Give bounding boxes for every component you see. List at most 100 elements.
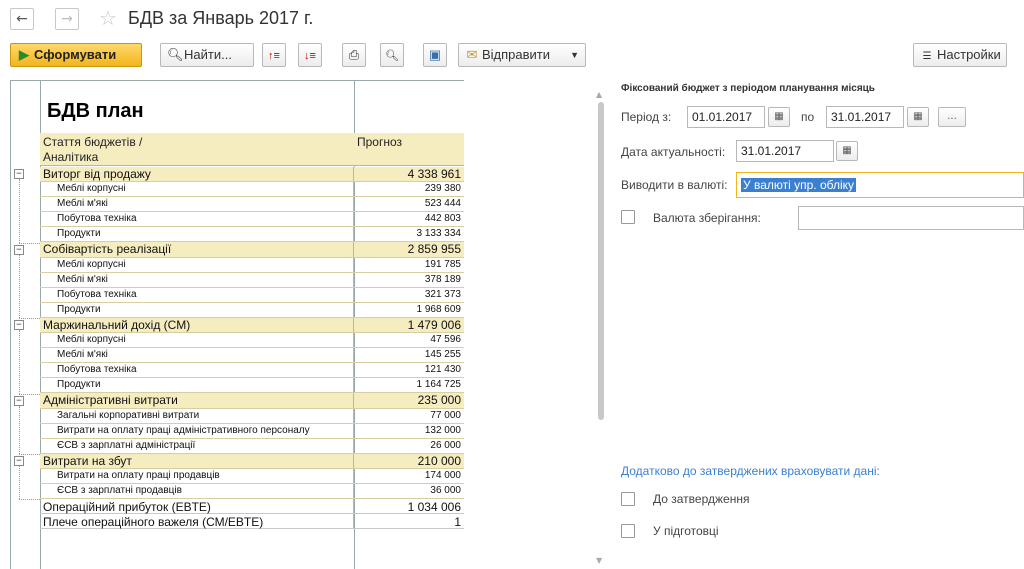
search-icon: 🔍︎ [167, 47, 184, 62]
row-value: 121 430 [424, 364, 461, 376]
table-row[interactable]: Витрати на оплату праці адміністративног… [40, 423, 464, 439]
group-row[interactable]: Витрати на збут 210 000 [40, 453, 464, 469]
favorite-star-icon[interactable]: ☆ [99, 6, 117, 30]
total-row[interactable]: Плече операційного важеля (СМ/EBTE) 1 [40, 514, 464, 530]
preview-button[interactable]: 🔍︎ [380, 43, 404, 67]
storage-currency-label: Валюта зберігання: [653, 211, 761, 225]
column-header-article: Стаття бюджетів / Аналітика [40, 133, 354, 166]
table-row[interactable]: Меблі корпусні 239 380 [40, 182, 464, 198]
period-from-field[interactable]: 01.01.2017 [687, 106, 765, 128]
sort-descending-button[interactable]: ↓≡ [298, 43, 322, 67]
sort-ascending-button[interactable]: ↑≡ [262, 43, 286, 67]
storage-currency-field[interactable] [798, 206, 1024, 230]
row-label: Меблі м'які [57, 198, 108, 210]
table-row[interactable]: Побутова техніка 321 373 [40, 287, 464, 303]
actuality-date-field[interactable]: 31.01.2017 [736, 140, 834, 162]
row-label: ЄСВ з зарплатні продавців [57, 484, 182, 496]
collapse-icon[interactable]: − [14, 244, 24, 255]
collapse-icon[interactable]: − [14, 320, 24, 330]
row-value: 26 000 [430, 439, 461, 451]
settings-list-icon: ☰ [922, 51, 932, 62]
period-to-label: по [801, 110, 815, 124]
row-label: Загальні корпоративні витрати [57, 409, 200, 421]
for-approval-checkbox[interactable] [621, 492, 635, 506]
back-button[interactable]: ← [10, 8, 34, 30]
collapse-icon[interactable]: − [14, 395, 24, 406]
row-value: 4 338 961 [407, 167, 461, 181]
row-value: 2 859 955 [407, 242, 461, 257]
group-row[interactable]: Собівартість реалізації 2 859 955 [40, 242, 464, 258]
total-row[interactable]: Операційний прибуток (EBTE) 1 034 006 [40, 499, 464, 515]
row-value: 132 000 [424, 424, 461, 436]
row-label: Адміністративні витрати [43, 393, 178, 408]
table-row[interactable]: Витрати на оплату праці продавців 174 000 [40, 468, 464, 484]
tree-line [19, 330, 20, 394]
tree-line [19, 405, 20, 454]
row-value: 77 000 [430, 409, 461, 421]
row-value: 321 373 [424, 288, 461, 300]
play-icon: ▶ [19, 47, 29, 62]
group-row[interactable]: Адміністративні витрати 235 000 [40, 393, 464, 409]
report-left-border [10, 80, 11, 569]
table-row[interactable]: Меблі корпусні 47 596 [40, 333, 464, 349]
row-label: Витрати на збут [43, 453, 132, 468]
table-row[interactable]: Побутова техніка 442 803 [40, 212, 464, 228]
collapse-icon[interactable]: − [14, 169, 24, 179]
row-value: 239 380 [424, 183, 461, 195]
settings-button[interactable]: ☰ Настройки [913, 43, 1007, 67]
table-row[interactable]: Меблі м'які 378 189 [40, 272, 464, 288]
row-value: 1 [454, 515, 461, 530]
row-label: Виторг від продажу [43, 167, 151, 181]
for-approval-label: До затвердження [653, 492, 750, 506]
storage-currency-checkbox[interactable] [621, 210, 635, 224]
calendar-from-icon[interactable]: ▦ [768, 107, 790, 127]
tree-line [19, 179, 20, 243]
currency-field[interactable]: У валюті упр. обліку [736, 172, 1024, 198]
group-row[interactable]: Виторг від продажу 4 338 961 [40, 167, 464, 183]
printer-icon: ⎙ [348, 47, 360, 62]
row-value: 210 000 [417, 453, 461, 468]
report-scrollbar[interactable] [598, 102, 604, 420]
tree-line [19, 393, 40, 395]
sort-descending-icon: ↓≡ [304, 50, 316, 62]
collapse-icon[interactable]: − [14, 455, 24, 466]
forward-button[interactable]: → [55, 8, 79, 30]
calendar-to-icon[interactable]: ▦ [907, 107, 929, 127]
period-select-button[interactable]: ... [938, 107, 966, 127]
panel-heading: Фіксований бюджет з періодом планування … [621, 83, 875, 94]
row-label: Меблі корпусні [57, 334, 126, 346]
period-to-field[interactable]: 31.01.2017 [826, 106, 904, 128]
table-row[interactable]: Продукти 1 968 609 [40, 302, 464, 318]
generate-button[interactable]: ▶ Сформувати [10, 43, 142, 67]
row-value: 1 164 725 [416, 379, 462, 391]
group-row[interactable]: Маржинальний дохід (СМ) 1 479 006 [40, 317, 464, 334]
calendar-actuality-icon[interactable]: ▦ [836, 141, 858, 161]
table-row[interactable]: Загальні корпоративні витрати 77 000 [40, 408, 464, 424]
row-label: Продукти [57, 303, 101, 315]
table-row[interactable]: Продукти 1 164 725 [40, 378, 464, 394]
row-value: 235 000 [417, 393, 461, 408]
save-button[interactable]: ▣ [423, 43, 447, 67]
scroll-up-icon[interactable]: ▲ [596, 90, 602, 99]
table-row[interactable]: Продукти 3 133 334 [40, 227, 464, 243]
row-value: 378 189 [424, 273, 461, 285]
print-preview-icon: 🔍︎ [385, 50, 399, 62]
find-button[interactable]: 🔍︎Найти... [160, 43, 254, 67]
table-row[interactable]: Меблі м'які 523 444 [40, 197, 464, 213]
in-preparation-checkbox[interactable] [621, 524, 635, 538]
send-dropdown-button[interactable]: ✉ Відправити ▼ [458, 43, 586, 67]
row-label: Витрати на оплату праці продавців [57, 469, 220, 481]
table-row[interactable]: Меблі м'які 145 255 [40, 348, 464, 364]
table-row[interactable]: ЄСВ з зарплатні адміністрації 26 000 [40, 438, 464, 454]
window-title: БДВ за Январь 2017 г. [128, 8, 314, 28]
scroll-down-icon[interactable]: ▼ [596, 556, 602, 565]
tree-line [19, 453, 40, 455]
row-value: 145 255 [424, 349, 461, 361]
table-row[interactable]: Побутова техніка 121 430 [40, 363, 464, 379]
table-row[interactable]: ЄСВ з зарплатні продавців 36 000 [40, 483, 464, 500]
print-button[interactable]: ⎙ [342, 43, 366, 67]
table-row[interactable]: Меблі корпусні 191 785 [40, 257, 464, 273]
row-value: 1 034 006 [407, 500, 461, 515]
row-value: 1 968 609 [416, 303, 462, 315]
report-top-border [10, 80, 464, 81]
